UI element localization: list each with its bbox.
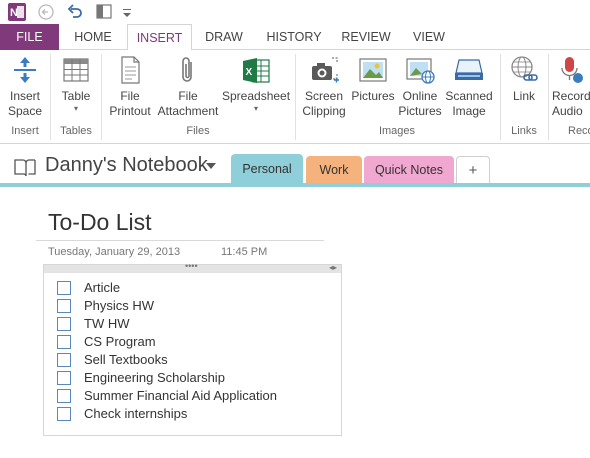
insert-space-label-2: Space (7, 104, 43, 118)
section-tab-work[interactable]: Work (306, 156, 362, 184)
notebook-icon[interactable] (14, 158, 36, 177)
customize-toolbar-icon[interactable] (122, 5, 132, 19)
file-printout-button[interactable]: File Printout (104, 54, 156, 119)
group-tables-label: Tables (60, 125, 92, 137)
back-icon[interactable] (38, 4, 54, 20)
table-icon (63, 58, 89, 82)
section-tab-personal[interactable]: Personal (231, 154, 303, 184)
tab-home[interactable]: HOME (59, 24, 127, 50)
todo-text[interactable]: Summer Financial Aid Application (84, 388, 277, 404)
page-date: Tuesday, January 29, 2013 (48, 246, 181, 258)
add-section-button[interactable]: + (456, 156, 490, 184)
link-globe-icon (511, 56, 538, 81)
todo-checkbox[interactable] (57, 389, 71, 403)
file-attachment-label-1: File (178, 89, 198, 103)
record-audio-button[interactable]: Record Audio (552, 54, 590, 119)
tab-history[interactable]: HISTORY (256, 24, 332, 50)
svg-text:X: X (246, 67, 253, 78)
table-button[interactable]: Table ▾ (55, 54, 97, 114)
section-color-bar (0, 183, 590, 187)
title-underline (36, 240, 324, 241)
table-dropdown-icon: ▾ (73, 104, 78, 113)
svg-text:N: N (10, 7, 18, 19)
file-printout-label-2: Printout (109, 104, 151, 118)
screen-clipping-icon (312, 57, 339, 83)
file-attachment-label-2: Attachment (157, 104, 219, 118)
spreadsheet-label: Spreadsheet (222, 89, 291, 103)
link-label: Link (512, 89, 535, 103)
todo-text[interactable]: CS Program (84, 334, 156, 350)
online-picture-icon (406, 58, 435, 84)
insert-space-label-1: Insert (9, 89, 40, 103)
onenote-logo-icon[interactable]: N (8, 3, 26, 21)
container-move-handle[interactable]: •••• ◂▸ (44, 261, 341, 273)
handle-dots: •••• (185, 261, 198, 271)
paperclip-icon (182, 57, 192, 82)
online-pictures-button[interactable]: Online Pictures (397, 54, 443, 119)
spreadsheet-button[interactable]: X Spreadsheet ▾ (222, 54, 290, 114)
insert-space-icon (14, 57, 36, 83)
insert-space-button[interactable]: Insert Space (4, 54, 46, 119)
link-button[interactable]: Link (504, 54, 544, 104)
page-time: 11:45 PM (221, 246, 268, 258)
container-resize-handle[interactable]: ◂▸ (329, 263, 337, 273)
todo-checkbox[interactable] (57, 335, 71, 349)
quick-access-toolbar: N (0, 0, 590, 24)
group-files-label: Files (186, 125, 210, 137)
todo-text[interactable]: Physics HW (84, 298, 154, 314)
tab-insert[interactable]: INSERT (127, 24, 192, 51)
excel-spreadsheet-icon: X (243, 58, 270, 83)
ribbon-tabs: FILE HOME INSERT DRAW HISTORY REVIEW VIE… (0, 24, 590, 51)
scanned-image-label-2: Image (452, 104, 486, 118)
todo-text[interactable]: TW HW (84, 316, 129, 332)
note-container[interactable]: •••• ◂▸ Article Physics HW TW HW CS Prog… (43, 261, 342, 436)
screen-clipping-button[interactable]: Screen Clipping (299, 54, 349, 119)
spreadsheet-dropdown-icon: ▾ (253, 104, 258, 113)
dock-to-desktop-icon[interactable] (96, 4, 112, 19)
scanner-icon (455, 59, 483, 80)
screen-clipping-label-1: Screen (304, 89, 344, 103)
file-attachment-button[interactable]: File Attachment (156, 54, 220, 119)
tab-file[interactable]: FILE (0, 24, 59, 50)
notebook-dropdown-icon[interactable] (206, 163, 216, 170)
file-printout-label-1: File (120, 89, 140, 103)
group-separator (548, 54, 549, 140)
record-audio-label-2: Audio (552, 104, 583, 118)
table-label: Table (61, 89, 91, 103)
online-pictures-label-2: Pictures (398, 104, 442, 118)
scanned-image-button[interactable]: Scanned Image (444, 54, 494, 119)
online-pictures-label-1: Online (402, 89, 438, 103)
microphone-icon (561, 57, 583, 83)
todo-checkbox[interactable] (57, 353, 71, 367)
todo-text[interactable]: Engineering Scholarship (84, 370, 225, 386)
todo-checkbox[interactable] (57, 299, 71, 313)
record-audio-label-1: Record (552, 89, 590, 103)
tab-view[interactable]: VIEW (400, 24, 458, 50)
group-images-label: Images (378, 125, 416, 137)
notebook-name[interactable]: Danny's Notebook (45, 154, 208, 177)
undo-icon[interactable] (67, 3, 83, 19)
section-tab-quick-notes[interactable]: Quick Notes (364, 156, 454, 184)
scanned-image-label-1: Scanned (445, 89, 493, 103)
pictures-button[interactable]: Pictures (350, 54, 396, 104)
todo-text[interactable]: Check internships (84, 406, 187, 422)
group-recording-label: Reco (568, 125, 590, 137)
group-links-label: Links (511, 125, 537, 137)
notebook-bar: Danny's Notebook Personal Work Quick Not… (0, 144, 590, 186)
group-insert-label: Insert (11, 125, 39, 137)
picture-icon (359, 58, 387, 82)
todo-checkbox[interactable] (57, 407, 71, 421)
todo-checkbox[interactable] (57, 371, 71, 385)
todo-checkbox[interactable] (57, 317, 71, 331)
tab-review[interactable]: REVIEW (332, 24, 400, 50)
file-printout-icon (121, 56, 140, 84)
page-title[interactable]: To-Do List (48, 209, 152, 236)
todo-text[interactable]: Sell Textbooks (84, 352, 168, 368)
ribbon-insert: Insert Space Insert Table ▾ Tables File … (0, 50, 590, 144)
todo-text[interactable]: Article (84, 280, 120, 296)
pictures-label: Pictures (351, 89, 395, 103)
todo-checkbox[interactable] (57, 281, 71, 295)
screen-clipping-label-2: Clipping (302, 104, 346, 118)
tab-draw[interactable]: DRAW (192, 24, 256, 50)
